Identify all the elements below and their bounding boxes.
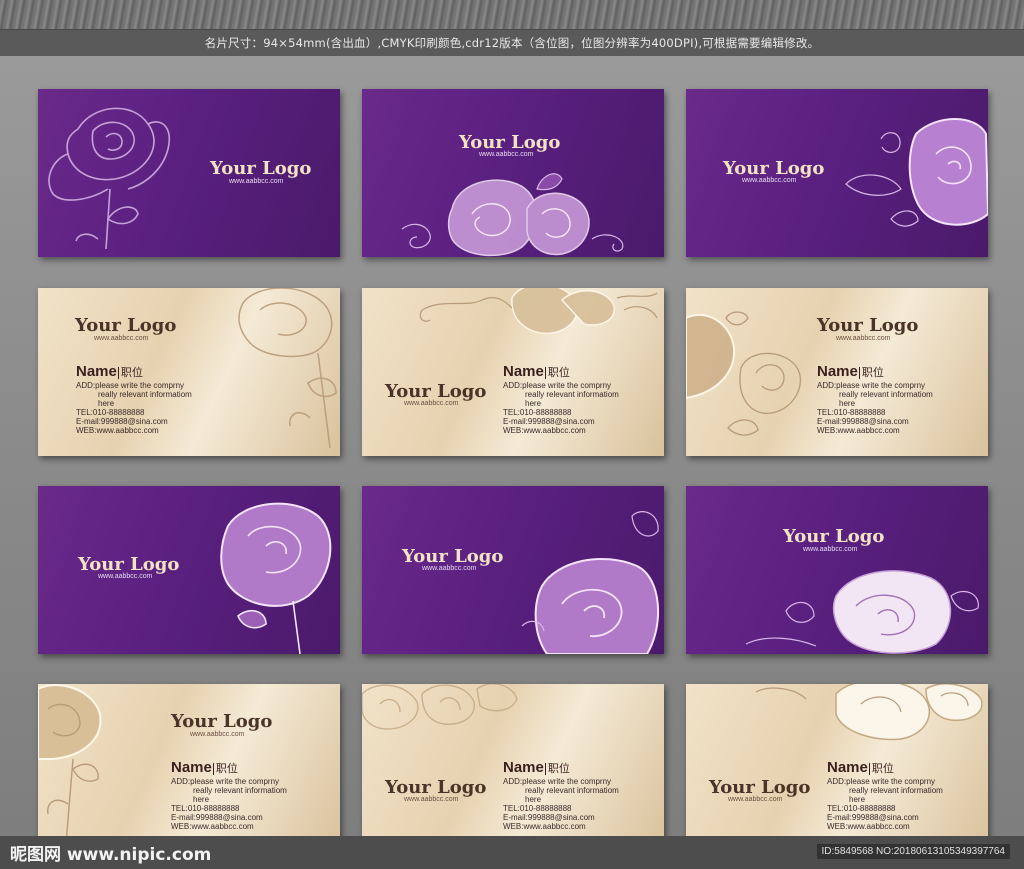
- address-line-2: really relevant informatiom: [98, 390, 192, 399]
- person-name: Name: [503, 759, 544, 776]
- address-line-3: here: [98, 399, 115, 408]
- nipic-watermark-logo: 昵图网 www.nipic.com: [10, 845, 212, 865]
- job-title: 职位: [212, 763, 238, 775]
- person-name: Name: [503, 363, 544, 380]
- business-card-12: Your Logo www.aabbcc.com Name 职位 ADD:plea…: [686, 684, 988, 852]
- job-title: 职位: [858, 367, 884, 379]
- spec-header: 名片尺寸：94×54mm(含出血）,CMYK印刷颜色,cdr12版本（含位图，位…: [0, 30, 1024, 56]
- card-url: www.aabbcc.com: [728, 796, 783, 803]
- card-logo: Your Logo: [723, 158, 825, 179]
- phone-line: TEL:010-88888888: [503, 804, 572, 813]
- contact-block: Name 职位 ADD:please write the comprny real…: [817, 364, 933, 435]
- card-logo: Your Logo: [402, 546, 504, 567]
- business-card-1: Your Logo www.aabbcc.com: [38, 89, 340, 257]
- card-url: www.aabbcc.com: [803, 546, 858, 553]
- email-line: E-mail:999888@sina.com: [827, 813, 919, 822]
- address-line-2: really relevant informatiom: [525, 786, 619, 795]
- image-id-label: ID:5849568 NO:20180613105349397764: [816, 844, 1010, 859]
- address-line-3: here: [839, 399, 856, 408]
- business-card-8: Your Logo www.aabbcc.com: [362, 486, 664, 654]
- web-line: WEB:www.aabbcc.com: [76, 426, 159, 435]
- decorative-top-band: [0, 0, 1024, 30]
- web-line: WEB:www.aabbcc.com: [503, 426, 586, 435]
- card-url: www.aabbcc.com: [422, 565, 477, 572]
- email-line: E-mail:999888@sina.com: [503, 813, 595, 822]
- contact-block: Name 职位 ADD:please write the comprny real…: [503, 760, 619, 831]
- email-line: E-mail:999888@sina.com: [817, 417, 909, 426]
- card-logo: Your Logo: [783, 526, 885, 547]
- address-line: ADD:please write the comprny: [817, 381, 926, 390]
- card-logo: Your Logo: [171, 711, 273, 732]
- card-logo: Your Logo: [78, 554, 180, 575]
- address-line-2: really relevant informatiom: [525, 390, 619, 399]
- address-line: ADD:please write the comprny: [503, 381, 612, 390]
- card-url: www.aabbcc.com: [94, 335, 149, 342]
- card-url: www.aabbcc.com: [229, 178, 284, 185]
- business-card-10: Your Logo www.aabbcc.com Name 职位 ADD:plea…: [38, 684, 340, 852]
- phone-line: TEL:010-88888888: [76, 408, 145, 417]
- address-line-3: here: [193, 795, 210, 804]
- business-card-7: Your Logo www.aabbcc.com: [38, 486, 340, 654]
- address-line: ADD:please write the comprny: [503, 777, 612, 786]
- rose-white-icon: [745, 570, 979, 654]
- person-name: Name: [76, 363, 117, 380]
- card-logo: Your Logo: [385, 381, 487, 402]
- card-logo: Your Logo: [75, 315, 177, 336]
- business-card-2: Your Logo www.aabbcc.com: [362, 89, 664, 257]
- job-title: 职位: [117, 367, 143, 379]
- business-card-6: Your Logo www.aabbcc.com Name 职位 ADD:plea…: [686, 288, 988, 456]
- job-title: 职位: [544, 367, 570, 379]
- card-url: www.aabbcc.com: [404, 400, 459, 407]
- job-title: 职位: [544, 763, 570, 775]
- business-card-11: Your Logo www.aabbcc.com Name 职位 ADD:plea…: [362, 684, 664, 852]
- business-card-9: Your Logo www.aabbcc.com: [686, 486, 988, 654]
- phone-line: TEL:010-88888888: [171, 804, 240, 813]
- card-url: www.aabbcc.com: [836, 335, 891, 342]
- job-title: 职位: [868, 763, 894, 775]
- card-logo: Your Logo: [459, 132, 561, 153]
- business-card-5: Your Logo www.aabbcc.com Name 职位 ADD:plea…: [362, 288, 664, 456]
- contact-block: Name 职位 ADD:please write the comprny real…: [76, 364, 192, 435]
- person-name: Name: [827, 759, 868, 776]
- email-line: E-mail:999888@sina.com: [76, 417, 168, 426]
- business-card-4: Your Logo www.aabbcc.com Name 职位 ADD:plea…: [38, 288, 340, 456]
- address-line-3: here: [525, 399, 542, 408]
- address-line-2: really relevant informatiom: [849, 786, 943, 795]
- address-line-3: here: [525, 795, 542, 804]
- address-line-2: really relevant informatiom: [193, 786, 287, 795]
- card-url: www.aabbcc.com: [479, 151, 534, 158]
- address-line-2: really relevant informatiom: [839, 390, 933, 399]
- web-line: WEB:www.aabbcc.com: [171, 822, 254, 831]
- card-url: www.aabbcc.com: [742, 177, 797, 184]
- address-line: ADD:please write the comprny: [827, 777, 936, 786]
- web-line: WEB:www.aabbcc.com: [827, 822, 910, 831]
- web-line: WEB:www.aabbcc.com: [503, 822, 586, 831]
- person-name: Name: [817, 363, 858, 380]
- card-logo: Your Logo: [817, 315, 919, 336]
- person-name: Name: [171, 759, 212, 776]
- contact-block: Name 职位 ADD:please write the comprny real…: [827, 760, 943, 831]
- email-line: E-mail:999888@sina.com: [171, 813, 263, 822]
- phone-line: TEL:010-88888888: [503, 408, 572, 417]
- contact-block: Name 职位 ADD:please write the comprny real…: [171, 760, 287, 831]
- address-line-3: here: [849, 795, 866, 804]
- card-logo: Your Logo: [210, 158, 312, 179]
- web-line: WEB:www.aabbcc.com: [817, 426, 900, 435]
- card-url: www.aabbcc.com: [98, 573, 153, 580]
- card-logo: Your Logo: [385, 777, 487, 798]
- rose-bottom-right-icon: [521, 511, 660, 654]
- phone-line: TEL:010-88888888: [817, 408, 886, 417]
- rose-cluster-icon: [401, 173, 624, 257]
- business-card-3: Your Logo www.aabbcc.com: [686, 89, 988, 257]
- card-url: www.aabbcc.com: [190, 731, 245, 738]
- phone-line: TEL:010-88888888: [827, 804, 896, 813]
- card-logo: Your Logo: [709, 777, 811, 798]
- address-line: ADD:please write the comprny: [171, 777, 280, 786]
- address-line: ADD:please write the comprny: [76, 381, 185, 390]
- email-line: E-mail:999888@sina.com: [503, 417, 595, 426]
- contact-block: Name 职位 ADD:please write the comprny real…: [503, 364, 619, 435]
- card-url: www.aabbcc.com: [404, 796, 459, 803]
